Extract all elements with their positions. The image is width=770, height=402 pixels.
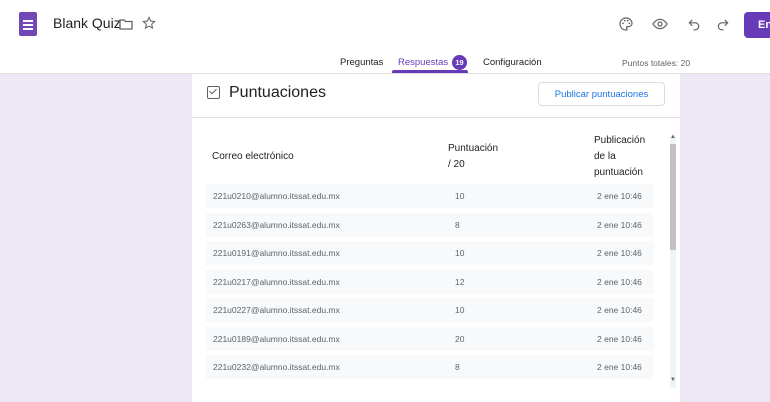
cell-published: 2 ene 10:46 xyxy=(597,191,642,201)
forms-app-icon[interactable] xyxy=(19,12,37,36)
cell-score: 8 xyxy=(455,219,460,230)
form-title[interactable]: Blank Quiz xyxy=(53,15,121,31)
palette-icon[interactable] xyxy=(617,15,635,33)
tab-questions[interactable]: Preguntas xyxy=(340,57,383,68)
table-row: 221u0189@alumno.itssat.edu.mx 20 2 ene 10:… xyxy=(206,326,654,351)
scroll-up-arrow-icon[interactable]: ▲ xyxy=(670,134,676,140)
header-published-line2: de la xyxy=(594,151,616,162)
checkbox-icon xyxy=(207,86,220,99)
header-score-line2: / 20 xyxy=(448,159,465,170)
table-row: 221u0263@alumno.itssat.edu.mx 8 2 ene 10:4… xyxy=(206,212,654,237)
cell-email: 221u0217@alumno.itssat.edu.mx xyxy=(213,276,340,287)
cell-score: 8 xyxy=(455,362,460,372)
send-button[interactable]: En xyxy=(744,12,770,38)
undo-icon[interactable] xyxy=(685,15,703,33)
cell-score: 10 xyxy=(455,191,465,201)
responses-count-badge: 19 xyxy=(452,55,467,70)
cell-email: 221u0189@alumno.itssat.edu.mx xyxy=(213,333,340,344)
publish-scores-button[interactable]: Publicar puntuaciones xyxy=(538,82,665,106)
header-score-line1[interactable]: Puntuación xyxy=(448,141,498,157)
cell-published: 2 ene 10:46 xyxy=(597,276,642,287)
tab-settings[interactable]: Configuración xyxy=(483,57,542,68)
top-bar: Blank Quiz En xyxy=(0,0,770,50)
active-tab-indicator xyxy=(392,70,468,73)
scores-card: Puntuaciones Publicar puntuaciones Corre… xyxy=(192,74,680,402)
cell-email: 221u0227@alumno.itssat.edu.mx xyxy=(213,305,340,315)
cell-email: 221u0263@alumno.itssat.edu.mx xyxy=(213,219,340,230)
header-published-line1[interactable]: Publicación xyxy=(594,133,645,149)
table-row: 221u0227@alumno.itssat.edu.mx 10 2 ene 10:… xyxy=(206,298,654,322)
cell-email: 221u0232@alumno.itssat.edu.mx xyxy=(213,362,340,372)
points-total: Puntos totales: 20 xyxy=(622,58,691,68)
cell-published: 2 ene 10:46 xyxy=(597,333,642,344)
scrollbar-thumb[interactable] xyxy=(670,144,676,250)
header-email[interactable]: Correo electrónico xyxy=(212,149,294,165)
cell-score: 12 xyxy=(455,276,465,287)
folder-icon[interactable] xyxy=(118,17,134,31)
star-icon[interactable] xyxy=(141,15,157,31)
table-row: 221u0210@alumno.itssat.edu.mx 10 2 ene 10:… xyxy=(206,184,654,208)
cell-email: 221u0210@alumno.itssat.edu.mx xyxy=(213,191,340,201)
header-published-line3: puntuación xyxy=(594,167,643,178)
cell-published: 2 ene 10:46 xyxy=(597,248,642,258)
table-header: Correo electrónico Puntuación / 20 Publi… xyxy=(192,118,680,184)
table-row: 221u0191@alumno.itssat.edu.mx 10 2 ene 10:… xyxy=(206,241,654,265)
table-row: 221u0232@alumno.itssat.edu.mx 8 2 ene 10:4… xyxy=(206,355,654,379)
cell-score: 10 xyxy=(455,305,465,315)
tab-responses[interactable]: Respuestas xyxy=(398,57,448,68)
cell-published: 2 ene 10:46 xyxy=(597,362,642,372)
table-row: 221u0217@alumno.itssat.edu.mx 12 2 ene 10:… xyxy=(206,269,654,294)
cell-score: 10 xyxy=(455,248,465,258)
cell-email: 221u0191@alumno.itssat.edu.mx xyxy=(213,248,340,258)
cell-score: 20 xyxy=(455,333,465,344)
preview-eye-icon[interactable] xyxy=(651,15,669,33)
scroll-down-arrow-icon[interactable]: ▼ xyxy=(670,377,676,383)
cell-published: 2 ene 10:46 xyxy=(597,305,642,315)
cell-published: 2 ene 10:46 xyxy=(597,219,642,230)
card-header: Puntuaciones Publicar puntuaciones xyxy=(192,74,680,118)
card-title: Puntuaciones xyxy=(229,84,326,101)
redo-icon[interactable] xyxy=(714,15,732,33)
